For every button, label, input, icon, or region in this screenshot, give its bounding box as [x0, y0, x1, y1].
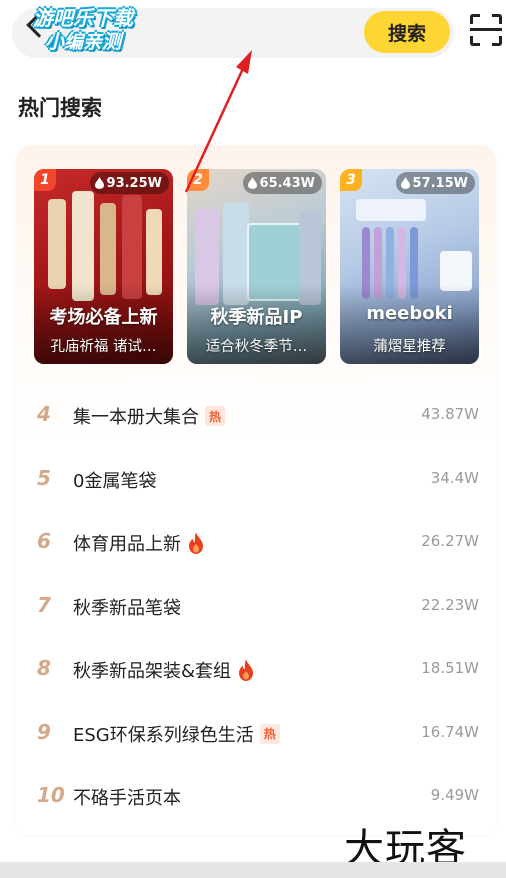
heat-value: 93.25W: [106, 175, 162, 191]
list-item[interactable]: 5 0金属笔袋 34.4W: [16, 447, 496, 511]
hot-badge: 热: [205, 406, 225, 426]
card-subtitle: 适合秋冬季节…: [205, 339, 308, 355]
list-item[interactable]: 8 秋季新品架装&套组 18.51W: [16, 637, 496, 701]
page: 搜索 热门搜索 1 93.25W 考场必备上新 孔庙祈福 诸试… 2 65.43…: [0, 0, 506, 872]
item-label: 集一本册大集合: [73, 407, 199, 428]
item-label: 秋季新品笔袋: [73, 597, 181, 619]
heat-pill: 65.43W: [242, 172, 322, 194]
hot-card-2[interactable]: 2 65.43W 秋季新品IP 适合秋冬季节…: [187, 169, 326, 364]
hot-badge: 热: [259, 723, 280, 744]
heat-value: 65.43W: [259, 175, 315, 191]
item-label: 体育用品上新: [73, 534, 181, 555]
item-label: 0金属笔袋: [73, 470, 157, 492]
heat-value: 16.74W: [421, 722, 479, 741]
rank-number: 6: [37, 529, 51, 553]
watermark-line-2: 小编亲测: [44, 31, 121, 53]
heat-value: 34.4W: [430, 468, 479, 487]
rank-number: 7: [37, 592, 51, 617]
heat-value: 26.27W: [421, 532, 479, 550]
hot-card-1[interactable]: 1 93.25W 考场必备上新 孔庙祈福 诸试…: [34, 169, 173, 364]
search-button[interactable]: 搜索: [364, 11, 450, 53]
card-subtitle: 蒲熠星推荐: [373, 339, 446, 355]
rank-tag: 2: [187, 169, 209, 191]
rank-number: 4: [37, 402, 51, 426]
rank-tag: 1: [34, 169, 56, 191]
list-item[interactable]: 7 秋季新品笔袋 22.23W: [16, 574, 496, 638]
hot-card-3[interactable]: 3 57.15W meeboki 蒲熠星推荐: [340, 169, 479, 364]
heat-value: 9.49W: [430, 786, 479, 804]
list-item[interactable]: 4 集一本册大集合 热 43.87W: [16, 383, 496, 447]
rank-number: 10: [37, 783, 65, 807]
rank-number: 8: [37, 656, 51, 680]
heat-value: 22.23W: [421, 595, 479, 614]
bottom-bar: [0, 862, 506, 878]
fire-icon: [189, 532, 203, 554]
flame-icon: [400, 177, 410, 189]
watermark-line-1: 游吧乐下载: [33, 6, 133, 30]
hot-search-list: 4 集一本册大集合 热 43.87W 5 0金属笔袋 34.4W 6 体育用品上…: [16, 383, 496, 828]
card-subtitle: 孔庙祈福 诸试…: [50, 339, 157, 355]
card-title: meeboki: [366, 303, 453, 324]
list-item[interactable]: 6 体育用品上新 26.27W: [16, 510, 496, 574]
heat-pill: 93.25W: [89, 172, 169, 194]
rank-number: 5: [37, 465, 51, 490]
fire-icon: [239, 659, 254, 681]
heat-value: 18.51W: [421, 659, 479, 677]
heat-pill: 57.15W: [395, 172, 475, 194]
card-title: 秋季新品IP: [210, 307, 303, 328]
flame-icon: [247, 177, 257, 189]
heat-value: 43.87W: [421, 405, 479, 423]
item-label: ESG环保系列绿色生活: [73, 724, 254, 746]
flame-icon: [94, 177, 104, 189]
list-item[interactable]: 9 ESG环保系列绿色生活 热 16.74W: [16, 701, 496, 765]
section-title: 热门搜索: [18, 96, 102, 120]
item-label: 不硌手活页本: [73, 788, 181, 809]
scan-icon[interactable]: [470, 14, 502, 46]
card-title: 考场必备上新: [49, 307, 158, 328]
watermark-logo: 游吧乐下载 小编亲测: [8, 6, 158, 54]
rank-number: 9: [37, 719, 51, 744]
heat-value: 57.15W: [412, 175, 468, 191]
item-label: 秋季新品架装&套组: [73, 661, 232, 682]
rank-tag: 3: [340, 169, 362, 191]
